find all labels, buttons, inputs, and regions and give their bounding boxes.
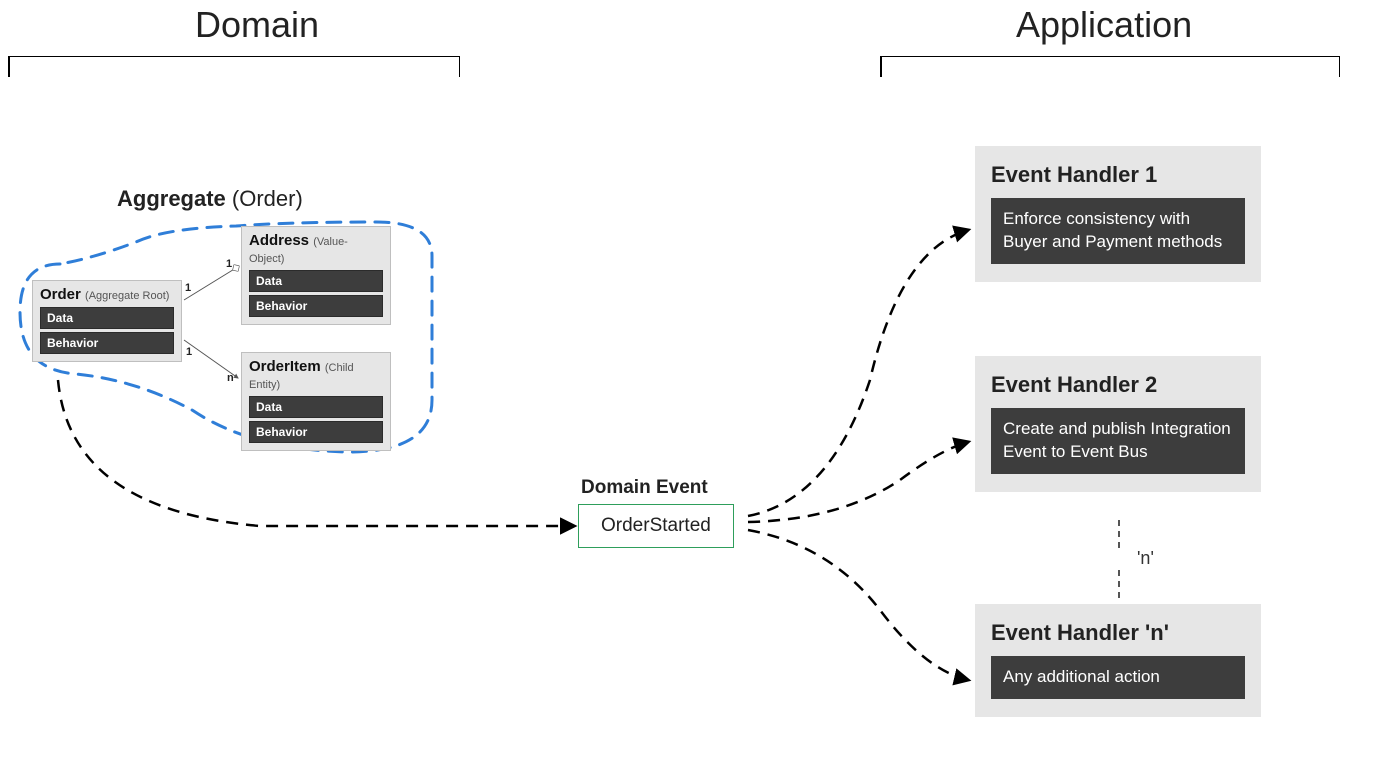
entity-orderitem: OrderItem (Child Entity) Data Behavior bbox=[241, 352, 391, 451]
entity-address: Address (Value-Object) Data Behavior bbox=[241, 226, 391, 325]
cardinality-1b: 1 bbox=[226, 258, 232, 270]
event-handler-2: Event Handler 2 Create and publish Integ… bbox=[975, 356, 1261, 492]
domain-event-name: OrderStarted bbox=[601, 515, 711, 536]
application-section-title: Application bbox=[1016, 4, 1192, 46]
arrow-event-to-hn bbox=[748, 530, 968, 680]
cardinality-1a: 1 bbox=[185, 282, 191, 294]
domain-event-heading: Domain Event bbox=[581, 477, 708, 499]
event-handler-1: Event Handler 1 Enforce consistency with… bbox=[975, 146, 1261, 282]
entity-order-title: Order (Aggregate Root) bbox=[40, 286, 174, 303]
handlers-n-dash-bottom bbox=[1118, 570, 1120, 598]
entity-order: Order (Aggregate Root) Data Behavior bbox=[32, 280, 182, 362]
handlers-n-label: 'n' bbox=[1137, 548, 1154, 569]
entity-orderitem-behavior: Behavior bbox=[249, 421, 383, 443]
event-handler-n: Event Handler 'n' Any additional action bbox=[975, 604, 1261, 717]
aggregate-label-paren: (Order) bbox=[232, 186, 303, 211]
rel-order-address bbox=[184, 268, 236, 300]
entity-order-behavior: Behavior bbox=[40, 332, 174, 354]
aggregate-label-bold: Aggregate bbox=[117, 186, 226, 211]
handlers-n-dash-top bbox=[1118, 520, 1120, 548]
event-handler-2-title: Event Handler 2 bbox=[991, 372, 1245, 398]
aggregate-label: Aggregate (Order) bbox=[117, 186, 303, 212]
event-handler-2-body: Create and publish Integration Event to … bbox=[991, 408, 1245, 474]
arrow-event-to-h2 bbox=[748, 442, 968, 522]
domain-bracket bbox=[8, 56, 460, 76]
domain-section-title: Domain bbox=[195, 4, 319, 46]
arrow-event-to-h1 bbox=[748, 230, 968, 516]
event-handler-1-body: Enforce consistency with Buyer and Payme… bbox=[991, 198, 1245, 264]
entity-order-data: Data bbox=[40, 307, 174, 329]
cardinality-1c: 1 bbox=[186, 346, 192, 358]
entity-address-data: Data bbox=[249, 270, 383, 292]
domain-event-box: OrderStarted bbox=[578, 504, 734, 548]
application-bracket bbox=[880, 56, 1340, 76]
entity-address-title: Address (Value-Object) bbox=[249, 232, 383, 266]
event-handler-n-title: Event Handler 'n' bbox=[991, 620, 1245, 646]
entity-orderitem-data: Data bbox=[249, 396, 383, 418]
cardinality-n: n bbox=[227, 372, 234, 384]
entity-orderitem-title: OrderItem (Child Entity) bbox=[249, 358, 383, 392]
entity-address-behavior: Behavior bbox=[249, 295, 383, 317]
event-handler-n-body: Any additional action bbox=[991, 656, 1245, 699]
event-handler-1-title: Event Handler 1 bbox=[991, 162, 1245, 188]
